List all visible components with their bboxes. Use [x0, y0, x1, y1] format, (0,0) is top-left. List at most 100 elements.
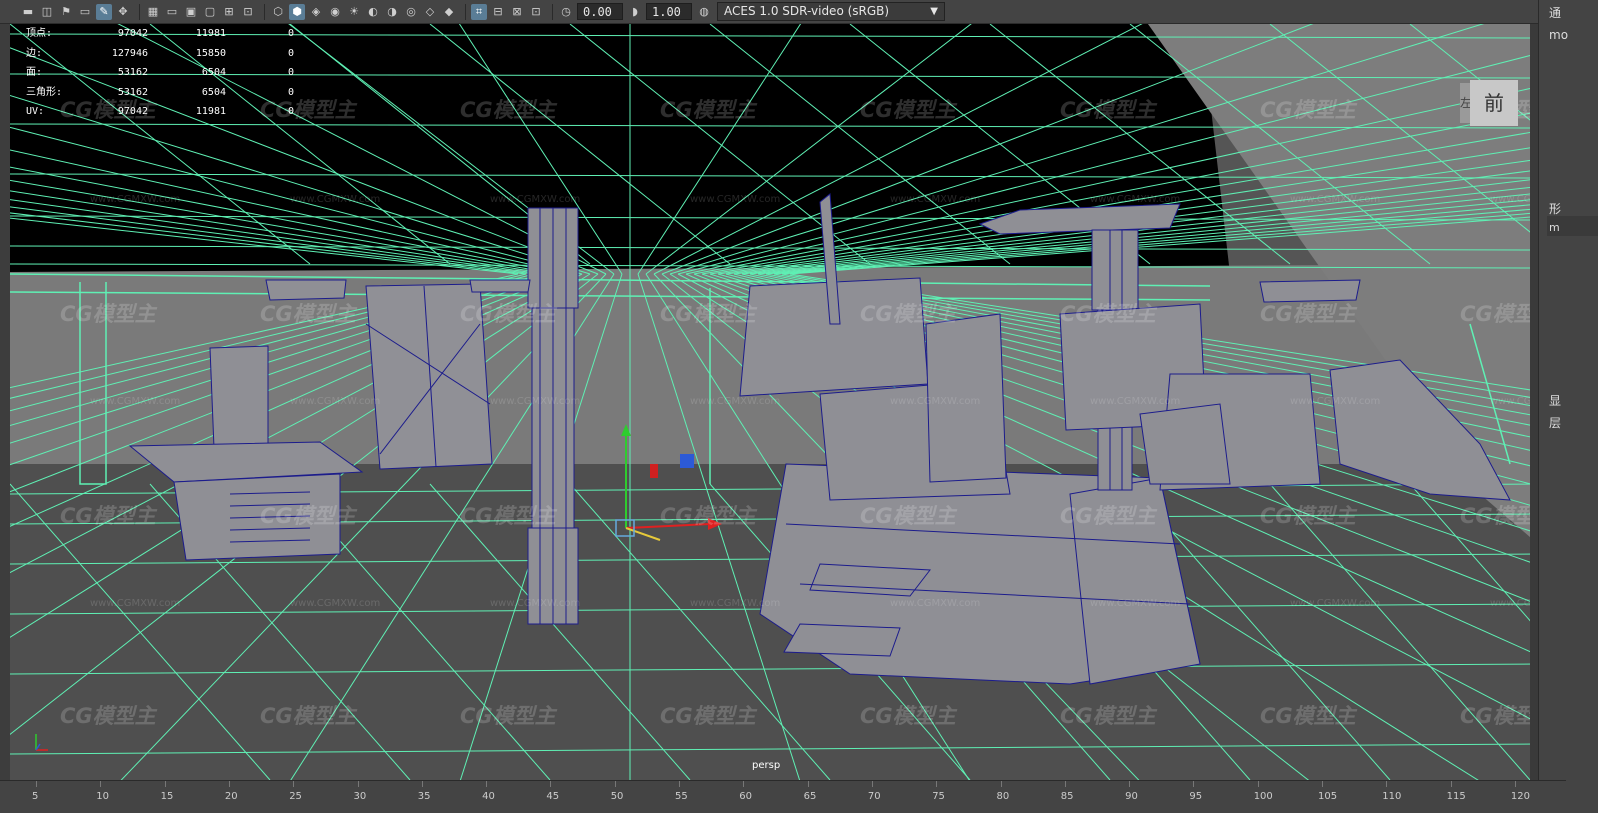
exposure-icon[interactable]: ◷ — [558, 4, 574, 20]
color-space-select[interactable]: ACES 1.0 SDR-video (sRGB) ▼ — [717, 2, 945, 21]
viewport-scrollbar[interactable] — [1530, 24, 1538, 780]
viewport[interactable]: CG模型主 CG模型主 CG模型主 CG模型主 CG模型主 CG模型主 CG模型主 CG模型主… — [10, 24, 1538, 780]
view-cube[interactable]: 左 前 — [1460, 80, 1518, 126]
watermark-logo: CG模型主 — [660, 504, 756, 528]
hud-row: 边: 127946 15850 0 — [26, 44, 294, 64]
ruler-frame-label: 85 — [1060, 791, 1074, 802]
hud-value: 97042 — [117, 28, 148, 39]
exposure-field[interactable]: 0.00 — [577, 3, 623, 20]
shape-name-field[interactable]: m — [1547, 216, 1598, 236]
watermark-logo: CG模型主 — [60, 504, 156, 528]
hud-label: 三角形: — [26, 86, 63, 98]
hud-row: 三角形: 53162 6504 0 — [26, 83, 294, 103]
layer-tab[interactable]: 层 — [1549, 414, 1561, 431]
resolution-gate-icon[interactable]: ▣ — [183, 4, 199, 20]
hud-value: 0 — [287, 67, 294, 78]
toolbar-separator — [552, 3, 553, 20]
ruler-tick — [357, 781, 359, 787]
watermark-url: www.CGMXW.com — [890, 396, 981, 407]
motion-blur-icon[interactable]: ◎ — [403, 4, 419, 20]
ruler-tick — [293, 781, 295, 787]
watermark-url: www.CGMXW.com — [290, 396, 381, 407]
ruler-frame-label: 55 — [675, 791, 688, 802]
watermark-url: www.CGMXW.com — [490, 598, 581, 609]
watermark-logo: CG模型主 — [1260, 504, 1356, 528]
ruler-frame-label: 75 — [932, 791, 945, 802]
watermark-url: www.CGMXW.com — [1290, 396, 1381, 407]
hud-row: UV: 97042 11981 0 — [26, 102, 294, 122]
watermark-url: www.CGMXW.com — [90, 396, 181, 407]
ruler-frame-label: 15 — [160, 791, 174, 802]
watermark-logo: CG模型主 — [1460, 704, 1538, 728]
hud-value: 0 — [287, 86, 294, 98]
gamma-icon[interactable]: ◗ — [627, 4, 643, 20]
chevron-down-icon[interactable]: ▼ — [930, 2, 938, 21]
color-mgmt-icon[interactable]: ◍ — [696, 4, 712, 20]
watermark-logo: CG模型主 — [860, 302, 956, 326]
watermark-url: www.CGMXW.com — [890, 194, 981, 205]
ruler-tick — [936, 781, 938, 787]
gamma-field[interactable]: 1.00 — [646, 3, 692, 20]
dof-icon[interactable]: ◆ — [441, 4, 457, 20]
image-plane-icon[interactable]: ▭ — [77, 4, 93, 20]
grid-icon[interactable]: ▦ — [145, 4, 161, 20]
time-slider[interactable]: 5 10 15 20 25 30 35 40 45 50 55 60 65 70 75 80 85 90 95 100… — [0, 780, 1566, 813]
xray-joints-icon[interactable]: ⊠ — [509, 4, 525, 20]
hud-value: 11981 — [195, 106, 226, 117]
shadows-icon[interactable]: ◐ — [365, 4, 381, 20]
ruler-tick — [228, 781, 230, 787]
ruler-tick — [679, 781, 680, 787]
grease-pencil-icon[interactable]: ✎ — [96, 3, 112, 20]
watermark-logo: CG模型主 — [1460, 504, 1538, 528]
hud-value: 0 — [287, 47, 294, 59]
poly-count-hud: 顶点: 97042 11981 0 边: 127946 15850 0 面: 53162 6504 0… — [26, 24, 294, 122]
hud-value: 127946 — [111, 47, 148, 59]
ao-icon[interactable]: ◑ — [384, 4, 400, 20]
attribute-panel: 通 mo 形 m 显 层 — [1538, 0, 1598, 812]
default-material-icon[interactable]: ◈ — [308, 4, 324, 20]
pillar — [527, 207, 579, 625]
smooth-shade-icon[interactable]: ⬢ — [289, 3, 305, 20]
watermark-url: www.CGMXW.com — [890, 598, 981, 609]
ruler-tick — [1000, 781, 1002, 787]
ruler-tick — [1514, 781, 1516, 787]
color-space-value: ACES 1.0 SDR-video (sRGB) — [724, 4, 890, 18]
watermark-logo: CG模型主 — [660, 98, 756, 122]
watermark-url: www.CGMXW.com — [90, 598, 181, 609]
ruler-frame-label: 25 — [289, 791, 302, 802]
xray-components-icon[interactable]: ⊡ — [528, 4, 544, 20]
hud-label: UV: — [26, 106, 45, 117]
ruler-tick — [486, 781, 488, 787]
watermark-logo: CG模型主 — [260, 704, 356, 728]
ruler-frame-label: 20 — [224, 791, 238, 802]
viewport-toolbar: ▬ ◫ ⚑ ▭ ✎ ✥ ▦ ▭ ▣ ▢ ⊞ ⊡ ⬡ ⬢ ◈ ◉ ☀ ◐ ◑ ◎ ◇ ◆ ⌗ ⊟ ⊠ ⊡ ◷ 0.00 ◗ 1.00 ◍ ACE… — [0, 0, 1566, 24]
ruler-frame-label: 80 — [996, 791, 1010, 802]
safe-action-icon[interactable]: ⊡ — [240, 4, 256, 20]
wireframe-icon[interactable]: ⬡ — [270, 4, 286, 20]
display-tab[interactable]: 显 — [1549, 392, 1561, 409]
aa-icon[interactable]: ◇ — [422, 4, 438, 20]
ruler-frame-label: 40 — [482, 791, 495, 802]
panel-tab-channel[interactable]: 通 — [1549, 4, 1561, 21]
field-chart-icon[interactable]: ⊞ — [221, 4, 237, 20]
isolate-select-icon[interactable]: ⌗ — [471, 3, 487, 20]
view-cube-front[interactable]: 前 — [1470, 80, 1518, 126]
bookmark-icon[interactable]: ⚑ — [58, 4, 74, 20]
watermark-logo: CG模型主 — [260, 504, 356, 528]
watermark-logo: CG模型主 — [860, 98, 956, 122]
textured-icon[interactable]: ◉ — [327, 4, 343, 20]
watermark-url: www.CGMXW.com — [1290, 598, 1381, 609]
watermark-url: www.CGMXW.com — [290, 194, 381, 205]
xray-icon[interactable]: ⊟ — [490, 4, 506, 20]
2d-pan-icon[interactable]: ✥ — [115, 4, 131, 20]
watermark-logo: CG模型主 — [1260, 704, 1356, 728]
film-gate-icon[interactable]: ▭ — [164, 4, 180, 20]
watermark-logo: CG模型主 — [860, 704, 956, 728]
ruler-tick — [1064, 781, 1066, 787]
ruler-frame-label: 65 — [803, 791, 817, 802]
camera-attr-icon[interactable]: ◫ — [39, 4, 55, 20]
gate-mask-icon[interactable]: ▢ — [202, 4, 218, 20]
watermark-url: www.CGMXW.com — [90, 194, 181, 205]
camera-icon[interactable]: ▬ — [20, 4, 36, 20]
use-lights-icon[interactable]: ☀ — [346, 4, 362, 20]
